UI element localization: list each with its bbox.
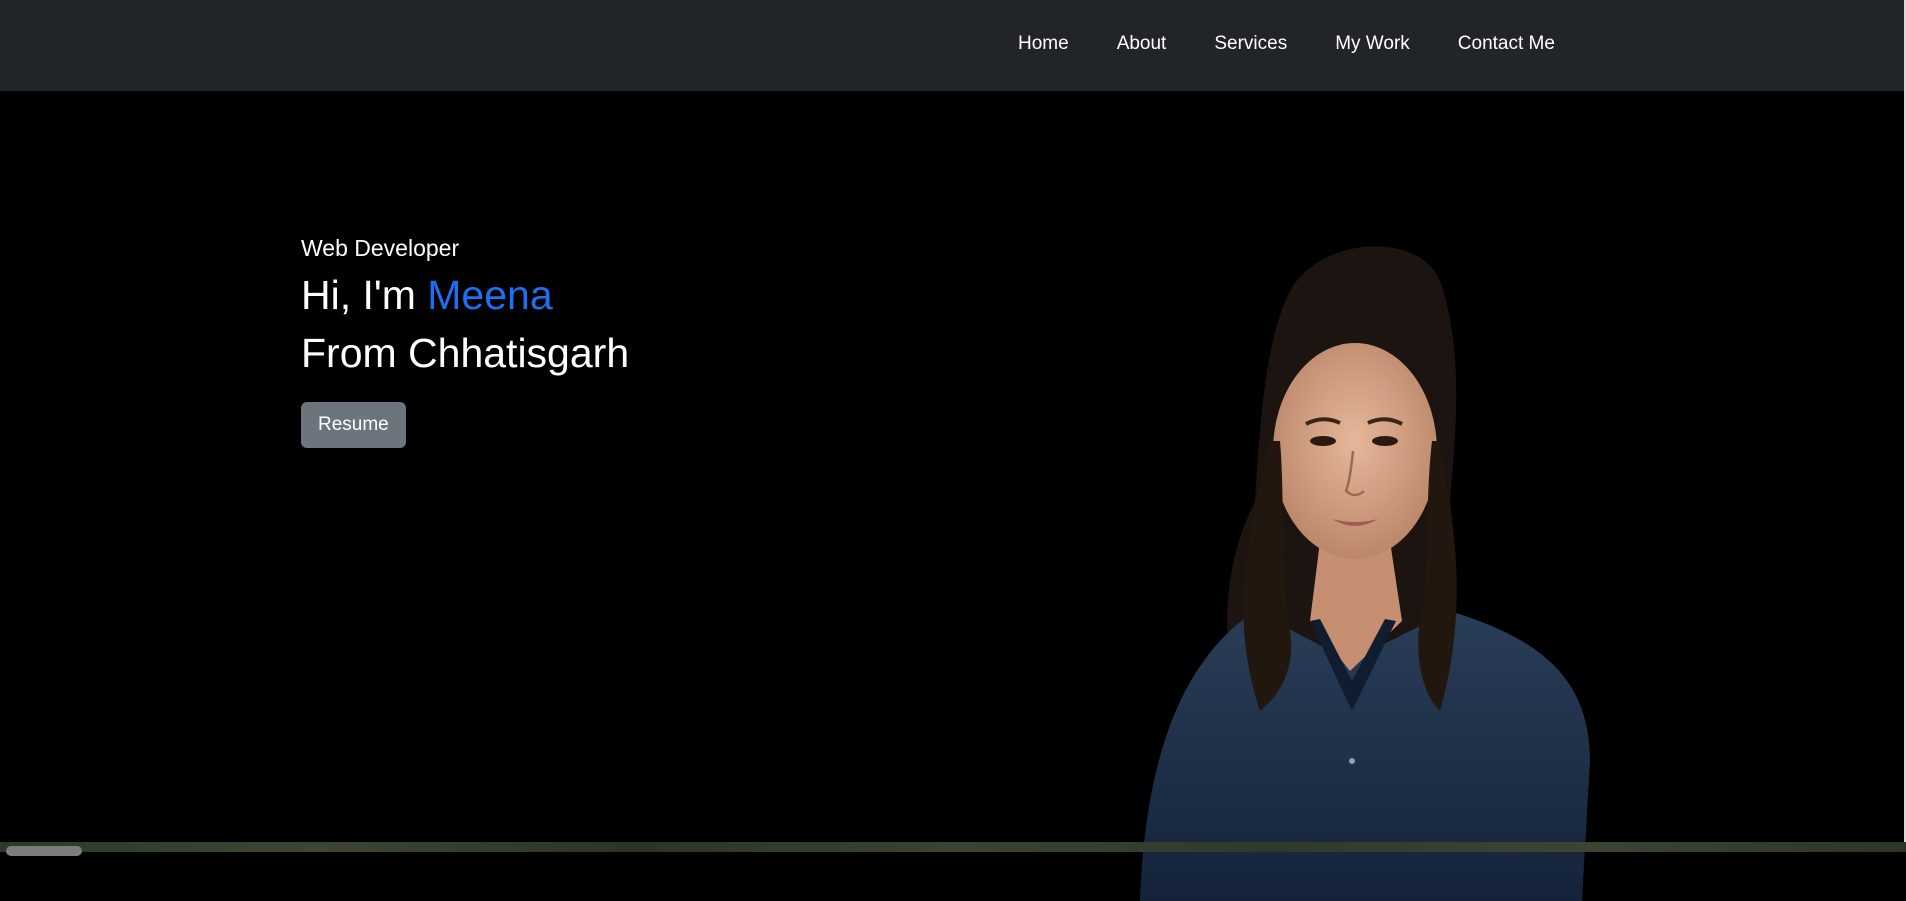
next-section-edge bbox=[0, 842, 1906, 852]
nav-menu: Home About Services My Work Contact Me bbox=[1000, 0, 1579, 88]
nav-link-about[interactable]: About bbox=[1093, 33, 1191, 55]
profile-photo bbox=[1140, 246, 1590, 901]
nav-link-contact-me[interactable]: Contact Me bbox=[1434, 33, 1579, 55]
navbar: Home About Services My Work Contact Me bbox=[0, 0, 1904, 91]
hero-subtitle: Web Developer bbox=[301, 235, 460, 261]
nav-link-my-work[interactable]: My Work bbox=[1311, 33, 1434, 55]
hero-text: Web Developer Hi, I'm Meena From Chhatis… bbox=[301, 234, 629, 448]
greeting-text: Hi, I'm bbox=[301, 272, 428, 318]
resume-button[interactable]: Resume bbox=[301, 402, 406, 448]
hero-section: Web Developer Hi, I'm Meena From Chhatis… bbox=[0, 91, 1904, 901]
nav-link-home[interactable]: Home bbox=[1000, 33, 1093, 55]
hero-name: Meena bbox=[427, 272, 553, 318]
hero-greeting: Hi, I'm Meena bbox=[301, 270, 629, 320]
scroll-indicator bbox=[6, 846, 82, 856]
nav-link-services[interactable]: Services bbox=[1190, 33, 1311, 55]
hero-origin: From Chhatisgarh bbox=[301, 330, 630, 376]
